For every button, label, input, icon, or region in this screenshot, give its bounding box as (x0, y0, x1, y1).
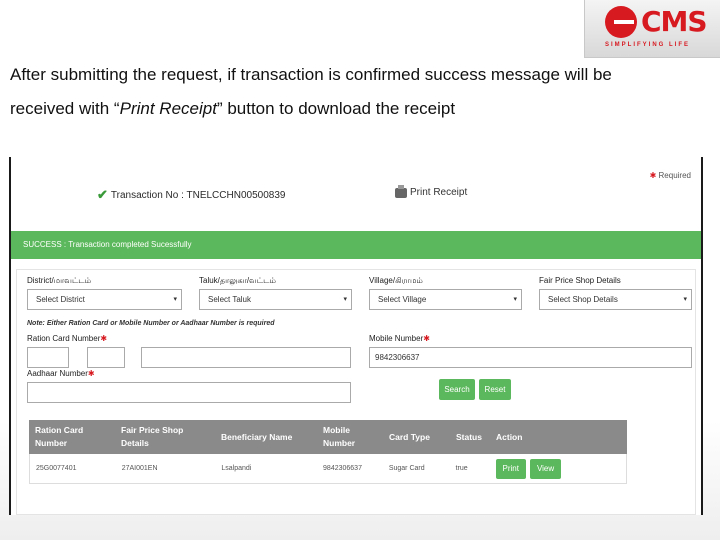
mobile-value: 9842306637 (375, 353, 420, 362)
col-shop: Fair Price Shop Details (121, 425, 184, 448)
ration-card-label-text: Ration Card Number (27, 334, 101, 343)
mobile-label-text: Mobile Number (369, 334, 424, 343)
aadhaar-label: Aadhaar Number✱ (27, 369, 95, 378)
district-value: Select District (36, 295, 85, 304)
beneficiary-table: Ration Card Number Fair Price Shop Detai… (29, 420, 627, 484)
required-label: Required (658, 171, 691, 180)
chevron-down-icon: ▾ (173, 296, 177, 303)
chevron-down-icon: ▾ (513, 296, 517, 303)
print-receipt-link[interactable]: Print Receipt (395, 184, 468, 198)
taluk-select[interactable]: Select Taluk ▾ (199, 289, 352, 310)
cms-logo-mark-icon (605, 6, 637, 38)
district-label: District/மாவட்டம் (27, 276, 92, 285)
shop-value: Select Shop Details (548, 295, 618, 304)
ration-card-input-2[interactable] (87, 347, 125, 368)
print-button[interactable]: Print (495, 458, 526, 479)
col-beneficiary: Beneficiary Name (221, 431, 293, 442)
print-receipt-label: Print Receipt (410, 187, 468, 198)
chevron-down-icon: ▾ (683, 296, 687, 303)
view-button[interactable]: View (529, 458, 562, 479)
success-alert: SUCCESS : Transaction completed Sucessfu… (11, 231, 701, 259)
search-button[interactable]: Search (439, 379, 475, 400)
printer-icon (395, 184, 407, 198)
required-legend: ✱ Required (649, 171, 691, 180)
screenshot-panel: ✱ Required ✔ Transaction No : TNELCCHN00… (9, 157, 703, 515)
cell-card-type: Sugar Card (388, 465, 425, 472)
mobile-label: Mobile Number✱ (369, 334, 430, 343)
district-select[interactable]: Select District ▾ (27, 289, 182, 310)
search-panel: District/மாவட்டம் Select District ▾ Taluk… (16, 269, 696, 515)
table-row: 25G0077401 27AI001EN Lsalpandi 984230663… (29, 454, 627, 484)
logo-tagline: SIMPLIFYING LIFE (605, 42, 691, 48)
cell-action: Print View (490, 458, 627, 479)
caption-italic: Print Receipt (119, 99, 217, 118)
aadhaar-label-text: Aadhaar Number (27, 369, 88, 378)
shop-select[interactable]: Select Shop Details ▾ (539, 289, 692, 310)
ration-card-label: Ration Card Number✱ (27, 334, 108, 343)
col-mobile: Mobile Number (323, 425, 356, 448)
taluk-label: Taluk/தாலுகா/வட்டம் (199, 276, 276, 285)
ration-card-input-3[interactable] (141, 347, 351, 368)
col-action: Action (496, 431, 523, 442)
taluk-value: Select Taluk (208, 295, 251, 304)
cell-shop: 27AI001EN (121, 465, 158, 472)
village-label: Village/கிராமம் (369, 276, 423, 285)
cms-logo: CMS SIMPLIFYING LIFE (584, 0, 720, 58)
cell-status: true (455, 465, 468, 472)
transaction-number: ✔ Transaction No : TNELCCHN00500839 (97, 187, 285, 203)
col-status: Status (456, 431, 482, 442)
aadhaar-input[interactable] (27, 382, 351, 403)
slide-caption: After submitting the request, if transac… (10, 58, 670, 126)
col-ration-card: Ration Card Number (35, 425, 84, 448)
mobile-input[interactable]: 9842306637 (369, 347, 692, 368)
col-card-type: Card Type (389, 431, 430, 442)
reset-button[interactable]: Reset (479, 379, 511, 400)
village-value: Select Village (378, 295, 427, 304)
cell-name: Lsalpandi (221, 465, 252, 472)
table-header: Ration Card Number Fair Price Shop Detai… (29, 420, 627, 454)
requirement-note: Note: Either Ration Card or Mobile Numbe… (27, 320, 275, 327)
caption-text-2: ” button to download the receipt (216, 99, 456, 118)
cell-ration-card: 25G0077401 (36, 465, 77, 472)
check-icon: ✔ (97, 187, 108, 202)
village-select[interactable]: Select Village ▾ (369, 289, 522, 310)
chevron-down-icon: ▾ (343, 296, 347, 303)
ration-card-input-1[interactable] (27, 347, 69, 368)
shop-label: Fair Price Shop Details (539, 276, 621, 285)
transaction-text: Transaction No : TNELCCHN00500839 (110, 189, 286, 201)
cell-mobile: 9842306637 (323, 465, 362, 472)
logo-text: CMS (641, 5, 708, 38)
